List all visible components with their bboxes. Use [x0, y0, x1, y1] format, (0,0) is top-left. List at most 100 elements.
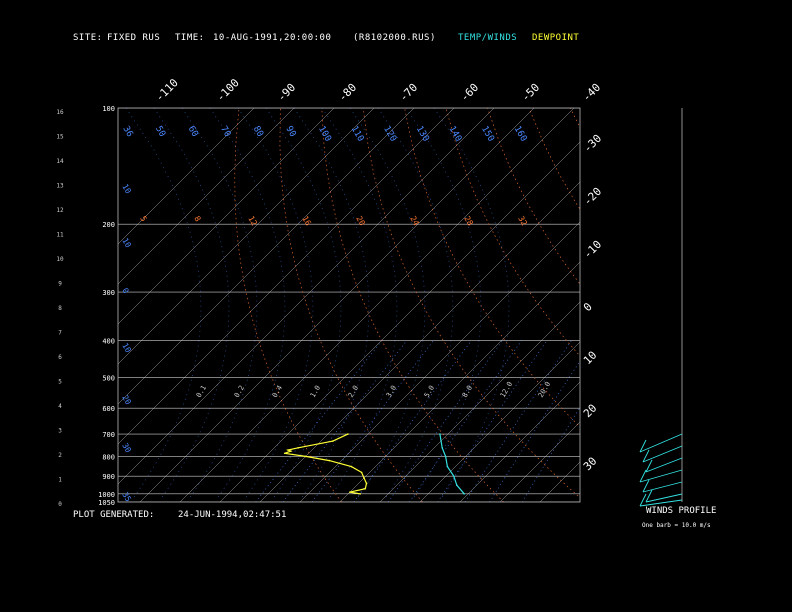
wind-barb-flag — [645, 489, 653, 503]
mixing-ratio-line — [521, 406, 580, 502]
moist-adiabat-line — [209, 108, 286, 499]
isotherm-right-label-5: 20 — [581, 402, 600, 421]
isotherm-line — [419, 341, 580, 502]
mixing-ratio-label-8: 12.0 — [499, 380, 514, 399]
series-point-1-4 — [290, 450, 292, 452]
plot-generated-value: 24-JUN-1994,02:47:51 — [178, 510, 287, 520]
moist-adiabat-line — [321, 108, 398, 499]
height-label-1: 1 — [58, 477, 62, 484]
adiabat-top-label-9: 130 — [414, 125, 431, 144]
isotherm-line — [118, 108, 495, 485]
height-label-8: 8 — [58, 305, 62, 312]
dry-adiabat-line — [653, 108, 792, 502]
adiabat-200-label-6: 28 — [462, 215, 475, 228]
plot-generated-label: PLOT GENERATED: — [73, 510, 155, 520]
plot-frame — [117, 107, 581, 503]
adiabat-top-label-4: 80 — [251, 125, 265, 139]
series-point-0-6 — [463, 493, 465, 495]
wind-barb-flag — [639, 493, 647, 507]
isotherm-top-label-0: -110 — [153, 76, 181, 104]
left-blue-label-3: 10 — [120, 342, 133, 355]
isotherm-line — [219, 141, 580, 502]
adiabat-top-label-2: 60 — [186, 125, 200, 139]
height-label-9: 9 — [58, 281, 62, 288]
moist-adiabat-line — [265, 108, 342, 499]
height-label-7: 7 — [58, 330, 62, 337]
moist-adiabat-line — [125, 108, 202, 499]
dry-adiabat-line — [279, 108, 423, 502]
height-label-6: 6 — [58, 354, 62, 361]
series-point-0-2 — [444, 455, 447, 458]
isotherm-right-label-4: 10 — [581, 349, 600, 368]
mixing-ratio-line — [489, 360, 580, 502]
series-point-1-8 — [350, 465, 353, 468]
isotherm-line — [259, 181, 580, 502]
pressure-label-100: 100 — [102, 105, 115, 113]
height-label-15: 15 — [56, 134, 64, 141]
isotherm-line — [339, 261, 580, 502]
mixing-ratio-label-4: 2.0 — [347, 384, 360, 399]
adiabat-top-label-10: 140 — [446, 125, 463, 144]
left-blue-label-0: 10 — [120, 183, 133, 196]
adiabat-top-label-8: 120 — [381, 125, 398, 144]
height-label-14: 14 — [56, 158, 64, 165]
pressure-label-600: 600 — [102, 405, 115, 413]
adiabat-200-label-4: 20 — [354, 215, 367, 228]
isotherm-line — [139, 108, 535, 502]
series-point-1-6 — [304, 455, 307, 458]
isotherm-line — [179, 108, 575, 502]
isotherm-line — [118, 108, 295, 285]
winds-profile-barbs — [639, 433, 683, 507]
dry-adiabat-line — [569, 108, 580, 129]
isotherm-line — [118, 108, 415, 405]
left-blue-label-4: 20 — [120, 394, 133, 407]
adiabat-top-label-0: 36 — [120, 125, 134, 139]
series-point-0-0 — [439, 433, 441, 435]
series-point-1-1 — [332, 440, 334, 442]
isotherm-line — [118, 108, 375, 365]
adiabat-top-label-7: 110 — [349, 125, 366, 144]
series-dewpoint-line — [284, 433, 368, 495]
height-label-0: 0 — [58, 501, 62, 508]
series-point-0-4 — [453, 475, 455, 477]
series-point-0-1 — [441, 447, 443, 449]
isotherm-top-label-5: -60 — [458, 81, 481, 104]
mixing-ratio-line — [255, 340, 383, 502]
isotherm-right-label-1: -20 — [581, 185, 604, 208]
wind-barb-staff — [645, 457, 683, 473]
mixing-ratio-label-1: 0.2 — [233, 384, 246, 399]
series-point-1-3 — [287, 449, 289, 451]
height-label-16: 16 — [56, 109, 64, 116]
height-label-4: 4 — [58, 403, 62, 410]
series-point-1-12 — [364, 487, 367, 490]
pressure-label-400: 400 — [102, 337, 115, 345]
skew-t-chart: 100200300400500600700800900100010500.1 0.… — [56, 76, 792, 508]
isotherm-line — [539, 461, 580, 502]
series-point-0-5 — [455, 484, 458, 487]
left-blue-label-6: 35 — [120, 491, 133, 504]
mixing-ratio-label-7: 8.0 — [461, 384, 474, 399]
isotherm-line — [118, 108, 335, 325]
isotherm-line — [499, 421, 580, 502]
left-blue-label-1: 10 — [120, 237, 133, 250]
mixing-ratio-line — [282, 340, 408, 502]
isotherm-top-label-3: -80 — [336, 81, 359, 104]
left-blue-label-5: 30 — [120, 442, 133, 455]
isotherm-top-label-1: -100 — [214, 76, 242, 104]
series-point-1-7 — [328, 459, 331, 462]
series-point-1-14 — [359, 493, 361, 495]
adiabat-200-label-2: 12 — [246, 215, 259, 228]
dry-adiabat-line — [321, 108, 504, 502]
height-label-3: 3 — [58, 428, 62, 435]
pressure-label-300: 300 — [102, 289, 115, 297]
dry-adiabat-line — [404, 108, 580, 428]
pressure-label-1050: 1050 — [98, 499, 115, 507]
left-blue-label-2: 0 — [120, 287, 130, 296]
adiabat-200-label-5: 24 — [408, 215, 421, 228]
dry-adiabat-line — [487, 108, 580, 285]
adiabat-top-label-6: 100 — [316, 125, 333, 144]
series-point-1-13 — [349, 491, 351, 493]
isotherm-right-label-6: 30 — [581, 455, 600, 474]
wind-barb-staff — [642, 481, 683, 493]
mixing-ratio-line — [464, 340, 572, 502]
